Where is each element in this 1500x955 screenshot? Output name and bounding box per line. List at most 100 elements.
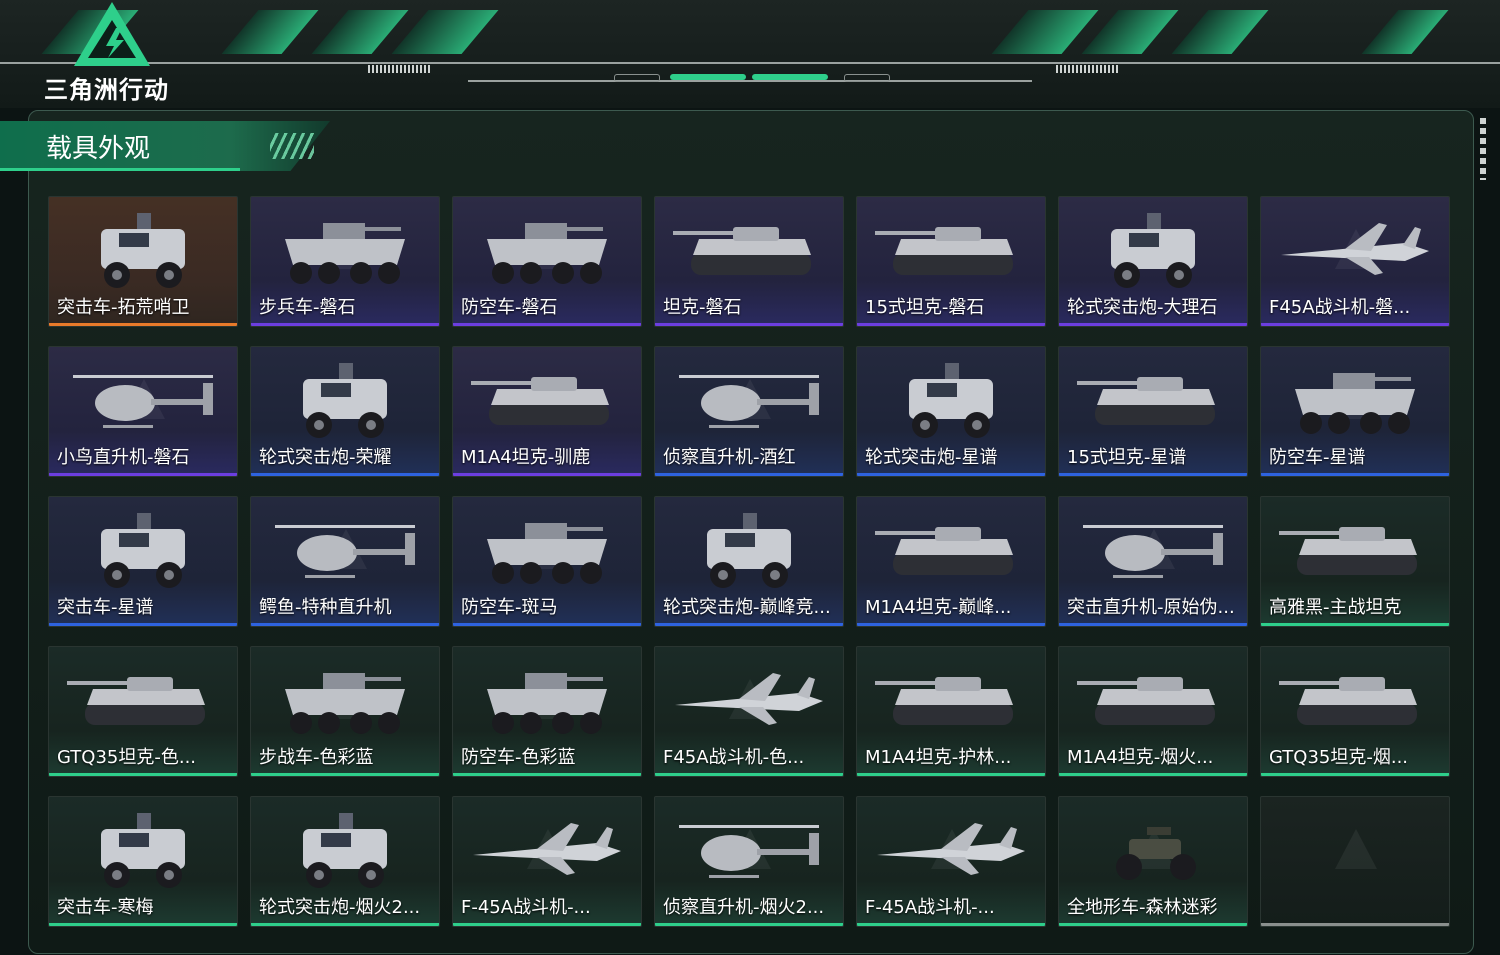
vehicle-card[interactable]: 轮式突击炮-巅峰竞... (654, 496, 844, 627)
vehicle-card-name: F45A战斗机-色... (663, 747, 805, 768)
wheeled-apc-icon (285, 223, 405, 284)
armored-car-icon (101, 513, 185, 588)
vehicle-card-name: 轮式突击炮-烟火2... (259, 897, 421, 918)
vehicle-card[interactable]: 鳄鱼-特种直升机 (250, 496, 440, 627)
header-indicator-active (670, 74, 746, 80)
rarity-bar (1059, 623, 1247, 626)
vehicle-card[interactable]: 防空车-磐石 (452, 196, 642, 327)
rarity-bar (655, 923, 843, 926)
vehicle-card[interactable]: 防空车-色彩蓝 (452, 646, 642, 777)
vehicle-card[interactable]: 步兵车-磐石 (250, 196, 440, 327)
vehicle-card-name: M1A4坦克-护林... (865, 747, 1012, 768)
vehicle-card[interactable]: F45A战斗机-色... (654, 646, 844, 777)
vehicle-card[interactable]: 轮式突击炮-星谱 (856, 346, 1046, 477)
vehicle-card[interactable]: 15式坦克-磐石 (856, 196, 1046, 327)
vehicle-card-name: 轮式突击炮-大理石 (1067, 297, 1218, 318)
header-indicator-active (752, 74, 828, 80)
vehicle-card-name: 全地形车-森林迷彩 (1067, 897, 1218, 918)
header-ticks (368, 65, 432, 73)
vehicle-card-name: 突击车-拓荒哨卫 (57, 297, 190, 318)
helicopter-icon (1083, 525, 1223, 578)
vehicle-card[interactable]: 突击直升机-原始伪... (1058, 496, 1248, 627)
vehicle-card[interactable]: M1A4坦克-巅峰... (856, 496, 1046, 627)
rarity-bar (49, 323, 237, 326)
armored-car-icon (1111, 213, 1195, 288)
vehicle-card-name: GTQ35坦克-烟... (1269, 747, 1409, 768)
rarity-bar (49, 773, 237, 776)
tank-icon (1077, 677, 1215, 725)
vehicle-card[interactable]: M1A4坦克-护林... (856, 646, 1046, 777)
vehicle-card[interactable]: M1A4坦克-驯鹿 (452, 346, 642, 477)
helicopter-icon (275, 525, 415, 578)
vehicle-card[interactable]: M1A4坦克-烟火... (1058, 646, 1248, 777)
rarity-bar (251, 473, 439, 476)
section-title: 载具外观 (46, 134, 151, 164)
helicopter-icon (73, 375, 213, 428)
vehicle-card[interactable]: GTQ35坦克-烟... (1260, 646, 1450, 777)
vehicle-card-name: 轮式突击炮-巅峰竞... (663, 597, 831, 618)
rarity-bar (1261, 773, 1449, 776)
brand-title: 三角洲行动 (44, 76, 169, 104)
empty-slot[interactable] (1260, 796, 1450, 927)
rarity-bar (857, 923, 1045, 926)
vehicle-card-name: 15式坦克-磐石 (865, 297, 985, 318)
rarity-bar (251, 923, 439, 926)
rarity-bar (251, 773, 439, 776)
header-ticks (1056, 65, 1120, 73)
vehicle-card[interactable]: 高雅黑-主战坦克 (1260, 496, 1450, 627)
scroll-indicator[interactable] (1480, 118, 1486, 180)
vehicle-card[interactable]: 突击车-寒梅 (48, 796, 238, 927)
tank-icon (875, 677, 1013, 725)
vehicle-card[interactable]: 轮式突击炮-荣耀 (250, 346, 440, 477)
vehicle-card[interactable]: 防空车-星谱 (1260, 346, 1450, 477)
vehicle-card-name: 步战车-色彩蓝 (259, 747, 374, 768)
vehicle-card[interactable]: 突击车-拓荒哨卫 (48, 196, 238, 327)
vehicle-card[interactable]: 全地形车-森林迷彩 (1058, 796, 1248, 927)
vehicle-card[interactable]: F-45A战斗机-... (452, 796, 642, 927)
vehicle-card-name: 鳄鱼-特种直升机 (259, 597, 392, 618)
vehicle-card[interactable]: 小鸟直升机-磐石 (48, 346, 238, 477)
vehicle-card-name: 突击车-星谱 (57, 597, 154, 618)
vehicle-card[interactable]: 15式坦克-星谱 (1058, 346, 1248, 477)
vehicle-card[interactable]: 坦克-磐石 (654, 196, 844, 327)
vehicle-card-name: M1A4坦克-烟火... (1067, 747, 1214, 768)
tank-icon (1077, 377, 1215, 425)
vehicle-card[interactable]: 轮式突击炮-烟火2... (250, 796, 440, 927)
vehicle-card[interactable]: 侦察直升机-酒红 (654, 346, 844, 477)
rarity-bar (1059, 473, 1247, 476)
vehicle-card[interactable]: 步战车-色彩蓝 (250, 646, 440, 777)
vehicle-card-name: 侦察直升机-酒红 (663, 447, 796, 468)
vehicle-card[interactable]: GTQ35坦克-色... (48, 646, 238, 777)
rarity-bar (857, 773, 1045, 776)
rarity-bar (453, 623, 641, 626)
vehicle-card[interactable]: 突击车-星谱 (48, 496, 238, 627)
wheeled-apc-icon (1295, 373, 1415, 434)
armored-car-icon (303, 813, 387, 888)
rarity-bar (857, 623, 1045, 626)
vehicle-card-name: GTQ35坦克-色... (57, 747, 197, 768)
section-tab-decoration (270, 133, 314, 159)
vehicle-card-name: 轮式突击炮-星谱 (865, 447, 998, 468)
rarity-bar (1059, 323, 1247, 326)
vehicle-card-name: 高雅黑-主战坦克 (1269, 597, 1402, 618)
rarity-bar (655, 473, 843, 476)
vehicle-card[interactable]: 侦察直升机-烟火2... (654, 796, 844, 927)
rarity-bar (857, 473, 1045, 476)
jet-icon (473, 823, 621, 875)
vehicle-card[interactable]: 防空车-斑马 (452, 496, 642, 627)
wheeled-apc-icon (487, 523, 607, 584)
rarity-bar (1059, 923, 1247, 926)
vehicle-card-name: 坦克-磐石 (663, 297, 742, 318)
vehicle-card[interactable]: 轮式突击炮-大理石 (1058, 196, 1248, 327)
rarity-bar (857, 323, 1045, 326)
vehicle-card[interactable]: F-45A战斗机-... (856, 796, 1046, 927)
tank-icon (67, 677, 205, 725)
jet-icon (1281, 223, 1429, 275)
rarity-bar (49, 473, 237, 476)
rarity-bar (453, 923, 641, 926)
vehicle-card[interactable]: F45A战斗机-磐... (1260, 196, 1450, 327)
vehicle-card-name: M1A4坦克-巅峰... (865, 597, 1012, 618)
rarity-bar (453, 323, 641, 326)
rarity-bar (655, 623, 843, 626)
wheeled-apc-icon (487, 673, 607, 734)
